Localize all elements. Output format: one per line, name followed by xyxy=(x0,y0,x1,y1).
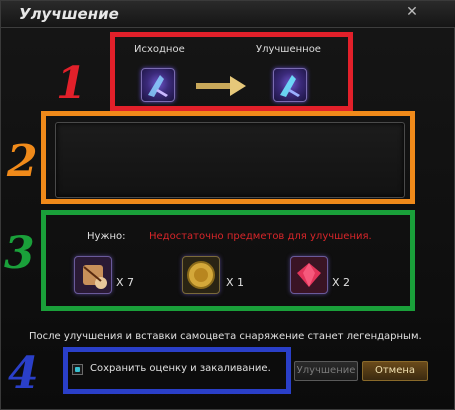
annotation-box-4 xyxy=(63,347,291,394)
annotation-number-3: 3 xyxy=(4,228,35,279)
annotation-box-3 xyxy=(41,210,415,311)
annotation-box-1 xyxy=(110,32,353,111)
annotation-number-1: 1 xyxy=(56,58,87,109)
annotation-number-2: 2 xyxy=(7,136,38,187)
window-title: Улучшение xyxy=(19,5,119,23)
cancel-button[interactable]: Отмена xyxy=(362,361,428,381)
upgrade-button[interactable]: Улучшение xyxy=(294,361,358,381)
info-text: После улучшения и вставки самоцвета снар… xyxy=(29,331,422,342)
title-bar: Улучшение ✕ xyxy=(1,1,455,28)
close-icon[interactable]: ✕ xyxy=(404,4,420,20)
annotation-number-4: 4 xyxy=(8,348,39,399)
annotation-box-2 xyxy=(41,111,415,204)
